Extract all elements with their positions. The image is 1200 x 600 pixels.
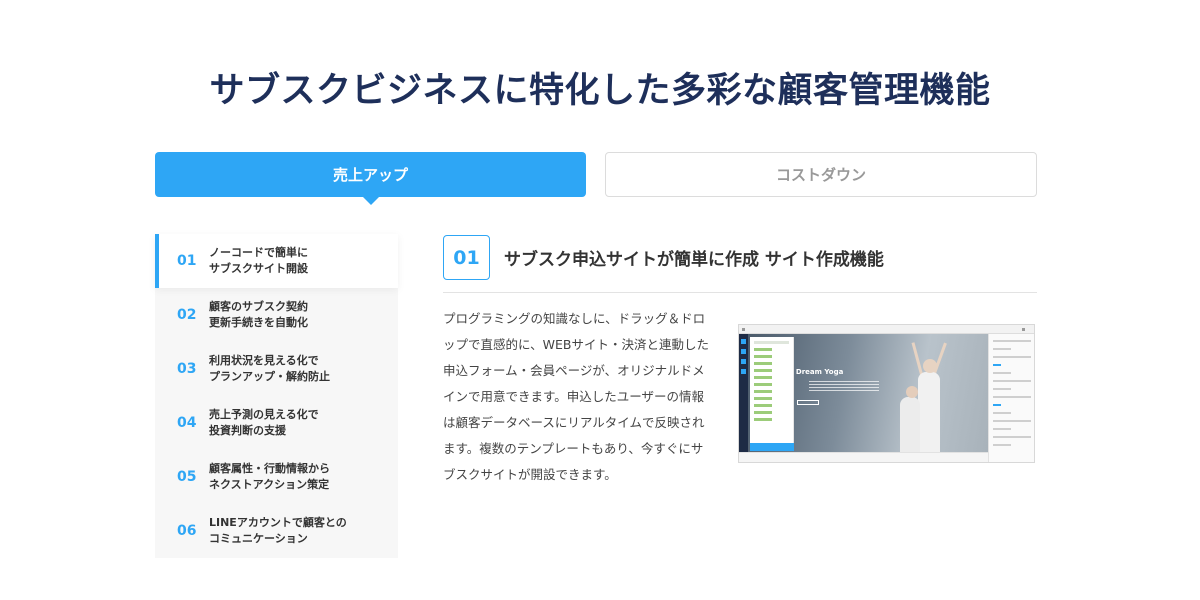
tab-sales-up[interactable]: 売上アップ: [155, 152, 586, 205]
feature-number: 04: [177, 415, 197, 431]
screenshot-panel-button: [750, 443, 794, 451]
feature-menu-item-02[interactable]: 02 顧客のサブスク契約 更新手続きを自動化: [155, 288, 398, 342]
feature-menu-item-03[interactable]: 03 利用状況を見える化で プランアップ・解約防止: [155, 342, 398, 396]
screenshot-hero-subtext: [809, 381, 879, 391]
feature-number: 05: [177, 469, 197, 485]
screenshot-element-panel: [750, 337, 794, 451]
feature-menu-item-01[interactable]: 01 ノーコードで簡単に サブスクサイト開設: [155, 234, 398, 288]
feature-label: 売上予測の見える化で 投資判断の支援: [209, 408, 319, 437]
screenshot-tool-icon: [741, 369, 746, 374]
feature-menu-item-06[interactable]: 06 LINEアカウントで顧客との コミュニケーション: [155, 504, 398, 558]
feature-label: 顧客属性・行動情報から ネクストアクション策定: [209, 462, 330, 491]
tab-cost-down-label: コストダウン: [775, 166, 866, 184]
screenshot-figure: [923, 359, 937, 373]
screenshot-tool-icon: [741, 359, 746, 364]
screenshot-sidebar-strip: [739, 334, 748, 452]
screenshot-footer-bar: [739, 452, 988, 462]
feature-number: 06: [177, 523, 197, 539]
screenshot-toolbar: [739, 325, 1034, 334]
screenshot-tool-icon: [741, 349, 746, 354]
content-divider: [443, 292, 1037, 293]
screenshot-figure: [918, 372, 940, 452]
feature-label: 顧客のサブスク契約 更新手続きを自動化: [209, 300, 308, 329]
content-title: サブスク申込サイトが簡単に作成 サイト作成機能: [504, 250, 884, 270]
screenshot-properties-panel: [988, 334, 1034, 462]
feature-number: 01: [177, 253, 197, 269]
site-builder-screenshot: r Dream Yoga: [738, 324, 1035, 463]
screenshot-hero-text: r Dream Yoga: [790, 368, 844, 376]
feature-number: 03: [177, 361, 197, 377]
feature-menu: 01 ノーコードで簡単に サブスクサイト開設 02 顧客のサブスク契約 更新手続…: [155, 234, 398, 558]
tab-sales-up-label: 売上アップ: [332, 166, 408, 184]
screenshot-toolbar-dot: [742, 328, 745, 331]
feature-menu-item-04[interactable]: 04 売上予測の見える化で 投資判断の支援: [155, 396, 398, 450]
screenshot-figure: [906, 386, 918, 398]
content-description: プログラミングの知識なしに、ドラッグ＆ドロップで直感的に、WEBサイト・決済と連…: [443, 311, 709, 482]
screenshot-hero-button: [797, 400, 819, 405]
feature-label: LINEアカウントで顧客との コミュニケーション: [209, 516, 347, 545]
screenshot-figure: [911, 342, 924, 377]
feature-menu-item-05[interactable]: 05 顧客属性・行動情報から ネクストアクション策定: [155, 450, 398, 504]
feature-label: 利用状況を見える化で プランアップ・解約防止: [209, 354, 330, 383]
feature-number: 02: [177, 307, 197, 323]
tab-cost-down[interactable]: コストダウン: [605, 152, 1037, 197]
page-title: サブスクビジネスに特化した多彩な顧客管理機能: [209, 71, 991, 111]
screenshot-tool-icon: [741, 339, 746, 344]
feature-label: ノーコードで簡単に サブスクサイト開設: [209, 246, 308, 275]
content-number-badge: 01: [443, 235, 490, 280]
screenshot-figure: [900, 397, 920, 452]
screenshot-toolbar-dot: [1022, 328, 1025, 331]
